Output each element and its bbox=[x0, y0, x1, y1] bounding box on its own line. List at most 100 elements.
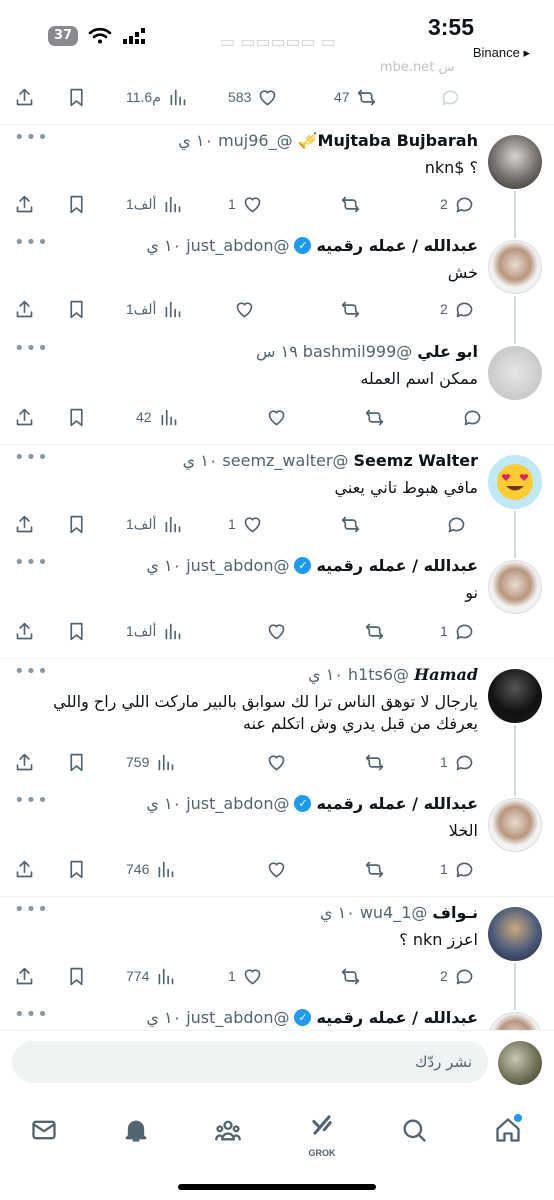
like-button[interactable]: 583 bbox=[228, 87, 278, 108]
back-to-app-link[interactable]: Binance ▸ bbox=[473, 45, 530, 61]
views-count[interactable]: 759 bbox=[126, 752, 176, 773]
author-handle[interactable]: @seemz_walter bbox=[222, 451, 348, 470]
bookmark-button[interactable] bbox=[66, 407, 87, 428]
more-options-icon[interactable]: ••• bbox=[14, 790, 49, 811]
tab-notifications[interactable] bbox=[116, 1110, 156, 1150]
like-button[interactable] bbox=[260, 859, 287, 880]
retweet-button[interactable]: 47 bbox=[334, 87, 377, 108]
author-name[interactable]: Mujtaba Bujbarah🎺 bbox=[298, 131, 478, 150]
reply-tweet[interactable]: ••• عبدالله / عمله رقميه ✓ @just_abdon ١… bbox=[0, 550, 554, 658]
author-handle[interactable]: @1_wu4 bbox=[360, 903, 428, 922]
reply-button[interactable] bbox=[440, 514, 467, 535]
bookmark-button[interactable] bbox=[66, 194, 87, 215]
views-count[interactable]: 11.6م bbox=[126, 87, 188, 108]
views-count[interactable]: 1ألف bbox=[126, 194, 183, 215]
like-button[interactable]: 1 bbox=[228, 194, 263, 215]
share-button[interactable] bbox=[14, 407, 35, 428]
author-name[interactable]: عبدالله / عمله رقميه bbox=[316, 1008, 478, 1027]
tab-grok[interactable]: GROK bbox=[302, 1110, 342, 1158]
share-button[interactable] bbox=[14, 299, 35, 320]
author-handle[interactable]: @just_abdon bbox=[186, 1008, 289, 1027]
retweet-button[interactable] bbox=[358, 621, 385, 642]
reply-tweet[interactable]: ••• Seemz Walter @seemz_walter ١٠ ي مافي… bbox=[0, 444, 554, 551]
share-button[interactable] bbox=[14, 966, 35, 987]
tab-search[interactable] bbox=[394, 1110, 434, 1150]
bookmark-button[interactable] bbox=[66, 859, 87, 880]
retweet-button[interactable] bbox=[358, 752, 385, 773]
reply-tweet[interactable]: ••• نـواف @1_wu4 ١٠ ي اعزز nkn ؟ 774 1 2 bbox=[0, 896, 554, 1003]
more-options-icon[interactable]: ••• bbox=[14, 232, 49, 253]
reply-button[interactable] bbox=[440, 87, 461, 108]
reply-button[interactable] bbox=[456, 407, 483, 428]
author-handle[interactable]: @just_abdon bbox=[186, 236, 289, 255]
reply-button[interactable]: 1 bbox=[440, 752, 475, 773]
author-handle[interactable]: @just_abdon bbox=[186, 556, 289, 575]
reply-button[interactable]: 2 bbox=[440, 966, 475, 987]
retweet-button[interactable] bbox=[334, 299, 361, 320]
more-options-icon[interactable]: ••• bbox=[14, 338, 49, 359]
retweet-button[interactable] bbox=[334, 514, 361, 535]
author-name[interactable]: Seemz Walter bbox=[353, 451, 478, 470]
like-button[interactable] bbox=[260, 752, 287, 773]
bookmark-button[interactable] bbox=[66, 87, 87, 108]
bookmark-button[interactable] bbox=[66, 752, 87, 773]
tab-home[interactable] bbox=[488, 1110, 528, 1150]
author-name[interactable]: Hamad bbox=[414, 665, 478, 684]
tab-messages[interactable] bbox=[24, 1110, 64, 1150]
more-options-icon[interactable]: ••• bbox=[14, 447, 49, 468]
reply-tweet[interactable]: ••• Mujtaba Bujbarah🎺 @_muj96 ١٠ ي ؟ $nk… bbox=[0, 124, 554, 231]
more-options-icon[interactable]: ••• bbox=[14, 899, 49, 920]
share-button[interactable] bbox=[14, 752, 35, 773]
author-name[interactable]: عبدالله / عمله رقميه bbox=[316, 236, 478, 255]
author-name[interactable]: ابو علي bbox=[417, 342, 478, 361]
reply-tweet[interactable]: ••• عبدالله / عمله رقميه ✓ @just_abdon ١… bbox=[0, 788, 554, 896]
like-button[interactable] bbox=[260, 407, 287, 428]
tweet-header: Hamad @h1ts6 ١٠ ي bbox=[308, 665, 478, 684]
share-button[interactable] bbox=[14, 514, 35, 535]
views-count[interactable]: 42 bbox=[136, 407, 179, 428]
more-options-icon[interactable]: ••• bbox=[14, 127, 49, 148]
reply-tweet[interactable]: ••• ابو علي @bashmil999 ١٩ س ممكن اسم ال… bbox=[0, 336, 554, 444]
author-handle[interactable]: @h1ts6 bbox=[348, 665, 409, 684]
views-count[interactable]: 774 bbox=[126, 966, 176, 987]
like-button[interactable] bbox=[260, 621, 287, 642]
bookmark-button[interactable] bbox=[66, 299, 87, 320]
share-button[interactable] bbox=[14, 194, 35, 215]
author-handle[interactable]: @_muj96 bbox=[218, 131, 293, 150]
retweet-button[interactable] bbox=[358, 407, 385, 428]
like-button[interactable]: 1 bbox=[228, 966, 263, 987]
bookmark-button[interactable] bbox=[66, 966, 87, 987]
retweet-button[interactable] bbox=[334, 194, 361, 215]
reply-button[interactable]: 1 bbox=[440, 859, 475, 880]
retweet-button[interactable] bbox=[358, 859, 385, 880]
author-name[interactable]: عبدالله / عمله رقميه bbox=[316, 556, 478, 575]
like-button[interactable]: 1 bbox=[228, 514, 263, 535]
avatar[interactable] bbox=[488, 669, 542, 723]
views-count[interactable]: 746 bbox=[126, 859, 176, 880]
like-button[interactable] bbox=[228, 299, 255, 320]
current-user-avatar[interactable] bbox=[498, 1041, 542, 1085]
author-name[interactable]: عبدالله / عمله رقميه bbox=[316, 794, 478, 813]
author-name[interactable]: نـواف bbox=[432, 903, 478, 922]
more-options-icon[interactable]: ••• bbox=[14, 661, 49, 682]
author-handle[interactable]: @bashmil999 bbox=[303, 342, 412, 361]
reply-tweet[interactable]: ••• عبدالله / عمله رقميه ✓ @just_abdon ١… bbox=[0, 230, 554, 336]
reply-button[interactable]: 2 bbox=[440, 194, 475, 215]
author-handle[interactable]: @just_abdon bbox=[186, 794, 289, 813]
more-options-icon[interactable]: ••• bbox=[14, 1004, 49, 1025]
tab-communities[interactable] bbox=[208, 1110, 248, 1150]
share-button[interactable] bbox=[14, 87, 35, 108]
reply-input[interactable]: نشر ردّك bbox=[12, 1041, 488, 1083]
more-options-icon[interactable]: ••• bbox=[14, 552, 49, 573]
views-count[interactable]: 1ألف bbox=[126, 514, 183, 535]
reply-tweet[interactable]: ••• Hamad @h1ts6 ١٠ ي يارجال لا توهق الن… bbox=[0, 658, 554, 789]
reply-button[interactable]: 1 bbox=[440, 621, 475, 642]
views-count[interactable]: 1ألف bbox=[126, 299, 183, 320]
share-button[interactable] bbox=[14, 859, 35, 880]
reply-button[interactable]: 2 bbox=[440, 299, 475, 320]
share-button[interactable] bbox=[14, 621, 35, 642]
views-count[interactable]: 1ألف bbox=[126, 621, 183, 642]
retweet-button[interactable] bbox=[334, 966, 361, 987]
bookmark-button[interactable] bbox=[66, 621, 87, 642]
bookmark-button[interactable] bbox=[66, 514, 87, 535]
